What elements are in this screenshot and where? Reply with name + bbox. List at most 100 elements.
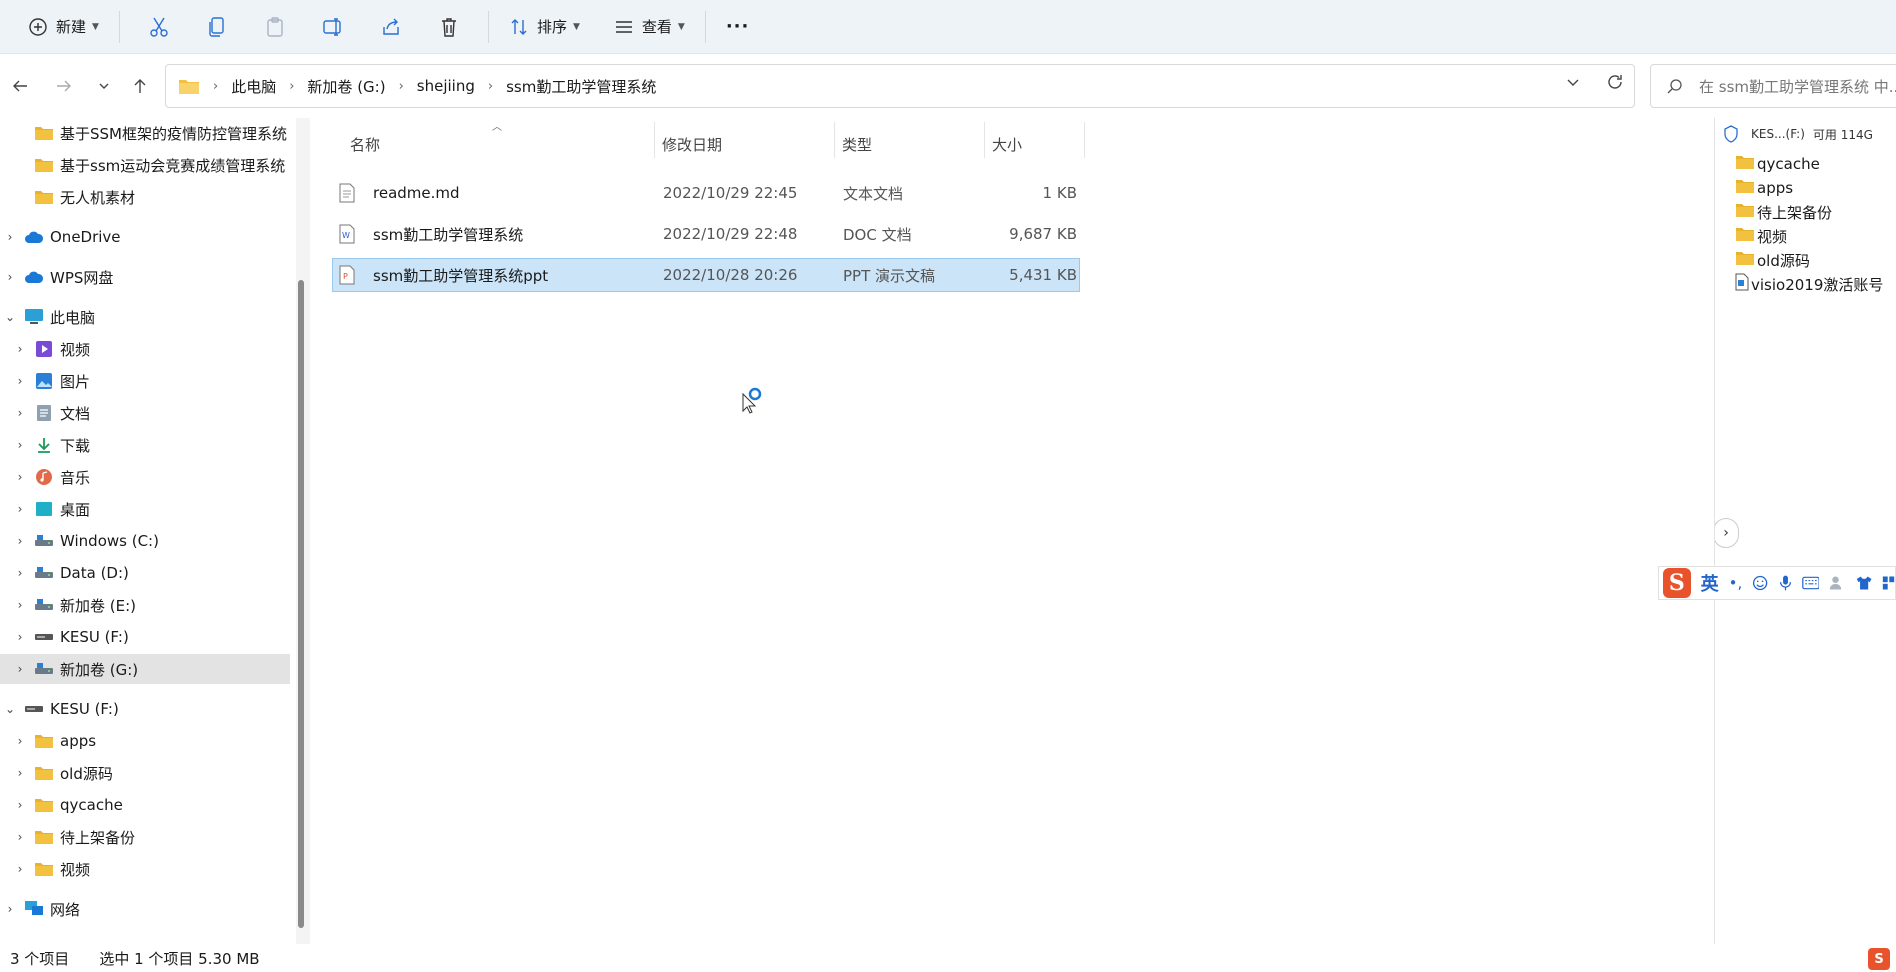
- sidebar-item[interactable]: › 下载: [0, 430, 290, 460]
- file-icon: [1735, 273, 1749, 295]
- chevron-right-icon[interactable]: ›: [14, 534, 26, 548]
- paste-button[interactable]: [255, 7, 295, 47]
- breadcrumb-this-pc[interactable]: 此电脑: [231, 76, 276, 97]
- more-options-button[interactable]: ···: [716, 7, 760, 47]
- sidebar-item[interactable]: › 网络: [0, 894, 290, 924]
- refresh-button[interactable]: [1606, 73, 1624, 95]
- chevron-right-icon[interactable]: ›: [14, 862, 26, 876]
- file-row[interactable]: readme.md 2022/10/29 22:45 文本文档 1 KB: [332, 176, 1080, 210]
- preview-expand-button[interactable]: ›: [1715, 518, 1739, 548]
- chevron-right-icon[interactable]: ›: [14, 766, 26, 780]
- cut-button[interactable]: [139, 7, 179, 47]
- sidebar-item[interactable]: › 文档: [0, 398, 290, 428]
- breadcrumb-drive-g[interactable]: 新加卷 (G:): [307, 76, 385, 97]
- sidebar-item[interactable]: ⌄ KESU (F:): [0, 694, 290, 724]
- sidebar-item[interactable]: 无人机素材: [0, 182, 290, 212]
- recent-locations-button[interactable]: [88, 70, 120, 102]
- new-button[interactable]: 新建 ▼: [18, 7, 109, 47]
- chevron-right-icon[interactable]: ›: [14, 342, 26, 356]
- chevron-right-icon[interactable]: ›: [14, 630, 26, 644]
- preview-item[interactable]: visio2019激活账号: [1735, 272, 1883, 296]
- back-button[interactable]: [4, 70, 36, 102]
- chevron-down-icon[interactable]: ⌄: [4, 702, 16, 716]
- sidebar-item[interactable]: › 桌面: [0, 494, 290, 524]
- preview-item[interactable]: qycache: [1735, 152, 1820, 176]
- chevron-right-icon[interactable]: ›: [14, 406, 26, 420]
- chevron-right-icon[interactable]: ›: [14, 566, 26, 580]
- chevron-right-icon[interactable]: ›: [4, 270, 16, 284]
- toolbox-icon[interactable]: [1882, 573, 1895, 593]
- forward-button[interactable]: [48, 70, 80, 102]
- chevron-right-icon[interactable]: ›: [14, 502, 26, 516]
- preview-item[interactable]: 待上架备份: [1735, 200, 1832, 224]
- sidebar-item[interactable]: › 视频: [0, 854, 290, 884]
- sidebar-item[interactable]: › old源码: [0, 758, 290, 788]
- ime-language-toggle[interactable]: 英: [1701, 570, 1719, 596]
- sidebar-item[interactable]: › 图片: [0, 366, 290, 396]
- chevron-right-icon[interactable]: ›: [14, 470, 26, 484]
- chevron-right-icon[interactable]: ›: [14, 734, 26, 748]
- chevron-right-icon[interactable]: ›: [4, 230, 16, 244]
- sidebar-item[interactable]: 基于ssm运动会竞赛成绩管理系统: [0, 150, 290, 180]
- preview-item[interactable]: apps: [1735, 176, 1793, 200]
- sort-button[interactable]: 排序 ▼: [499, 7, 590, 47]
- breadcrumb-current-folder[interactable]: ssm勤工助学管理系统: [506, 76, 656, 97]
- chevron-right-icon[interactable]: ›: [14, 830, 26, 844]
- sidebar-item[interactable]: › Windows (C:): [0, 526, 290, 556]
- sidebar-item[interactable]: › qycache: [0, 790, 290, 820]
- address-bar[interactable]: › 此电脑 › 新加卷 (G:) › shejiing › ssm勤工助学管理系…: [165, 64, 1635, 108]
- chevron-down-icon: ▼: [92, 21, 99, 32]
- column-divider[interactable]: [984, 122, 985, 158]
- chevron-right-icon[interactable]: ›: [14, 374, 26, 388]
- chevron-right-icon[interactable]: ›: [14, 598, 26, 612]
- rename-button[interactable]: [313, 7, 353, 47]
- sidebar-item[interactable]: › 待上架备份: [0, 822, 290, 852]
- chevron-right-icon[interactable]: ›: [14, 438, 26, 452]
- up-button[interactable]: [124, 70, 156, 102]
- sidebar-item[interactable]: › Data (D:): [0, 558, 290, 588]
- column-header-type[interactable]: 类型: [842, 126, 872, 162]
- column-divider[interactable]: [654, 122, 655, 158]
- sidebar-item[interactable]: › 新加卷 (G:): [0, 654, 290, 684]
- microphone-icon[interactable]: [1779, 573, 1792, 593]
- ime-toolbar[interactable]: S 英 •,: [1658, 566, 1896, 600]
- sidebar-item[interactable]: › 音乐: [0, 462, 290, 492]
- ime-logo[interactable]: S: [1663, 568, 1691, 598]
- preview-item-label: visio2019激活账号: [1751, 275, 1884, 294]
- column-divider[interactable]: [1084, 122, 1085, 158]
- sidebar-item[interactable]: › 视频: [0, 334, 290, 364]
- chevron-down-icon[interactable]: ⌄: [4, 310, 16, 324]
- sidebar-item[interactable]: › OneDrive: [0, 222, 290, 252]
- keyboard-icon[interactable]: [1801, 575, 1820, 591]
- preview-item[interactable]: 视频: [1735, 224, 1787, 248]
- sidebar-item[interactable]: › apps: [0, 726, 290, 756]
- delete-button[interactable]: [429, 7, 469, 47]
- file-row[interactable]: Pssm勤工助学管理系统ppt 2022/10/28 20:26 PPT 演示文稿 5…: [332, 258, 1080, 292]
- address-history-button[interactable]: [1566, 75, 1580, 93]
- file-row[interactable]: Wssm勤工助学管理系统 2022/10/29 22:48 DOC 文档 9,687 …: [332, 217, 1080, 251]
- chevron-right-icon[interactable]: ›: [14, 798, 26, 812]
- sidebar-item[interactable]: › 新加卷 (E:): [0, 590, 290, 620]
- chevron-right-icon[interactable]: ›: [4, 902, 16, 916]
- breadcrumb-shejiing[interactable]: shejiing: [417, 77, 475, 95]
- share-button[interactable]: [371, 7, 411, 47]
- sidebar-item[interactable]: › WPS网盘: [0, 262, 290, 292]
- sidebar-item[interactable]: ⌄ 此电脑: [0, 302, 290, 332]
- column-header-size[interactable]: 大小: [992, 126, 1022, 162]
- copy-button[interactable]: [197, 7, 237, 47]
- column-header-modified[interactable]: 修改日期: [662, 126, 722, 162]
- ime-tray-icon[interactable]: S: [1868, 948, 1890, 970]
- view-button[interactable]: 查看 ▼: [604, 7, 695, 47]
- chevron-right-icon[interactable]: ›: [14, 662, 26, 676]
- emoji-icon[interactable]: [1752, 573, 1768, 593]
- column-divider[interactable]: [834, 122, 835, 158]
- column-header-name[interactable]: 名称: [350, 126, 380, 162]
- navigation-scrollbar-thumb[interactable]: [298, 280, 304, 928]
- preview-item[interactable]: old源码: [1735, 248, 1810, 272]
- skin-shirt-icon[interactable]: [1856, 573, 1872, 593]
- sidebar-item[interactable]: 基于SSM框架的疫情防控管理系统: [0, 118, 290, 148]
- ime-punctuation-icon[interactable]: •,: [1729, 574, 1743, 592]
- search-box[interactable]: 在 ssm勤工助学管理系统 中...: [1650, 64, 1896, 108]
- sidebar-item[interactable]: › KESU (F:): [0, 622, 290, 652]
- user-settings-icon[interactable]: [1829, 573, 1845, 593]
